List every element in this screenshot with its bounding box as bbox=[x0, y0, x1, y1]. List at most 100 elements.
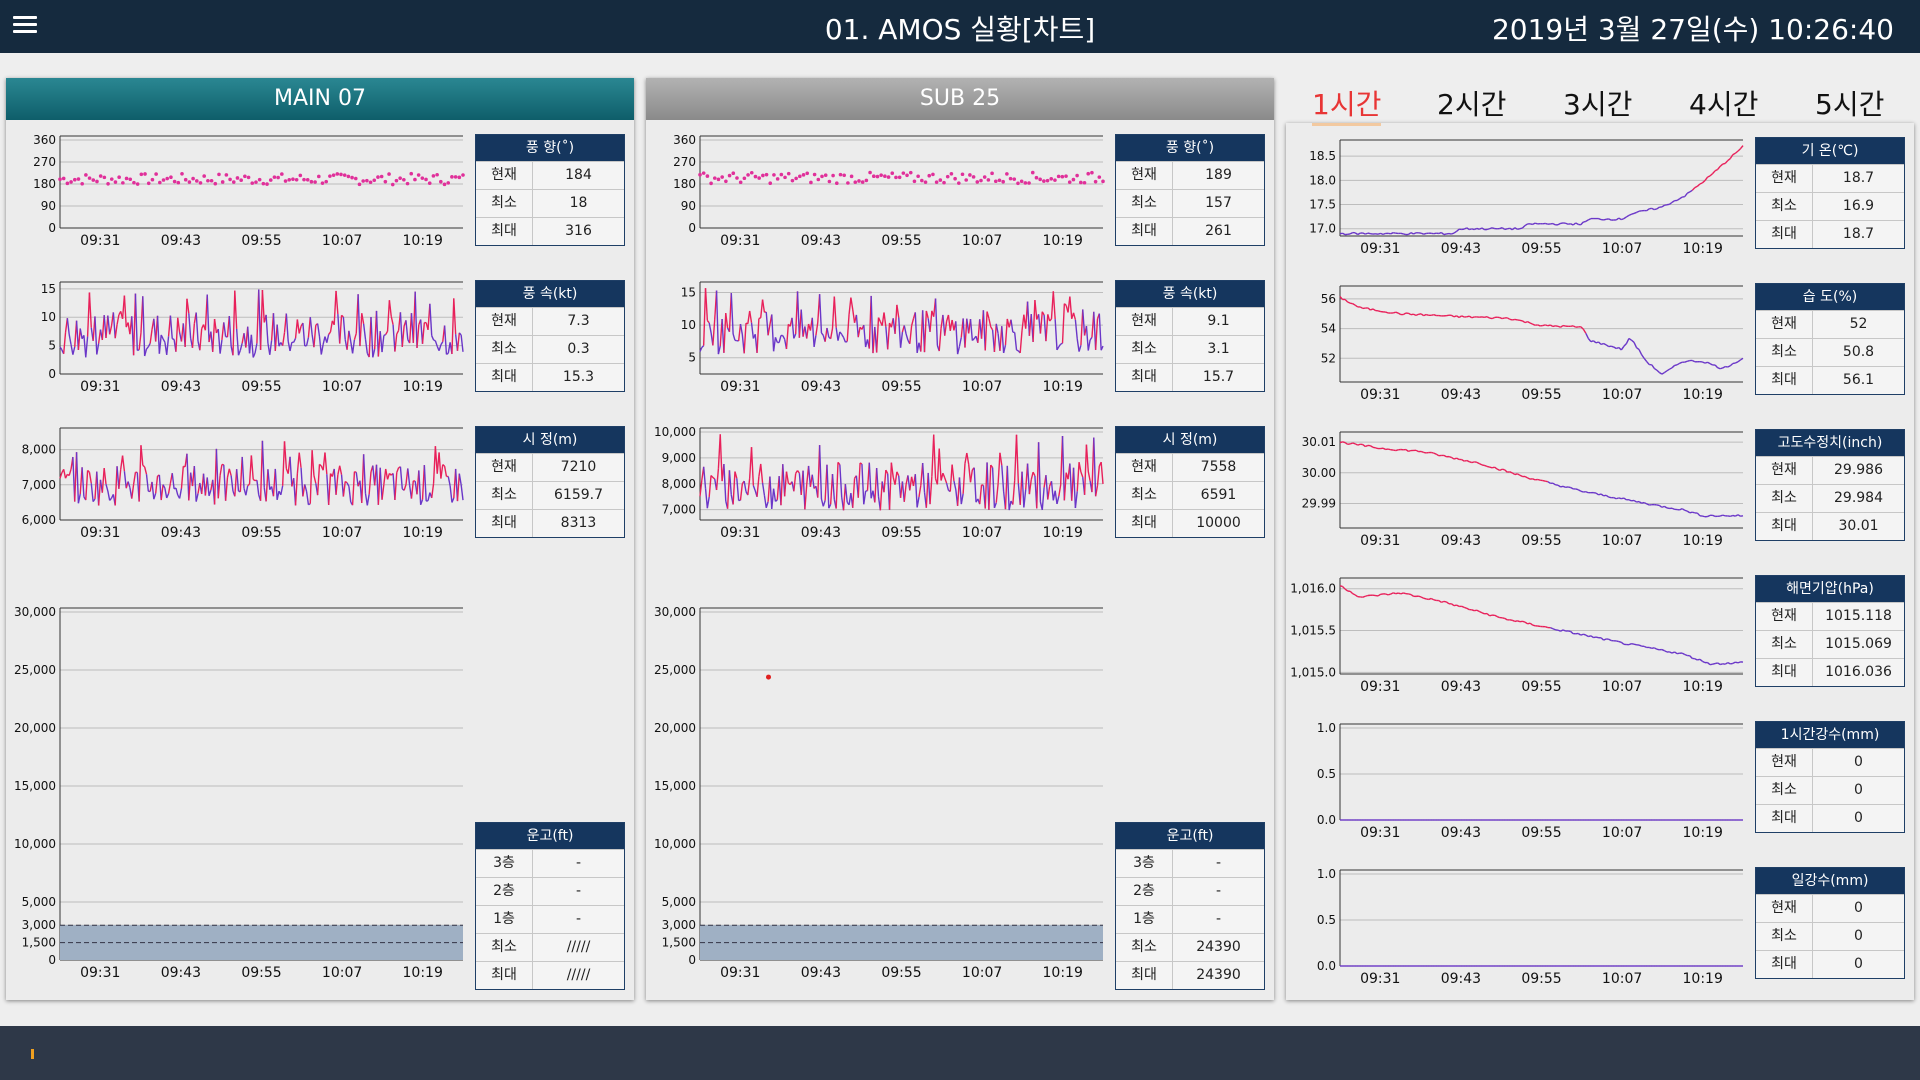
series-segment bbox=[191, 323, 196, 348]
series-segment bbox=[1377, 310, 1381, 313]
series-segment bbox=[1458, 315, 1463, 319]
series-segment bbox=[1628, 337, 1632, 341]
series-segment bbox=[839, 331, 843, 335]
y-tick-label: 7,000 bbox=[662, 503, 696, 517]
tab-3h[interactable]: 3시간 bbox=[1563, 83, 1632, 123]
data-point bbox=[735, 176, 739, 180]
stat-title: 풍 향(˚) bbox=[1116, 135, 1264, 161]
series-segment bbox=[1023, 489, 1027, 508]
series-segment bbox=[875, 317, 880, 353]
stat-row: 최소 0 bbox=[1756, 776, 1904, 804]
series-segment bbox=[335, 474, 339, 495]
tab-5h[interactable]: 5시간 bbox=[1815, 83, 1884, 123]
series-segment bbox=[708, 322, 712, 333]
data-point bbox=[1038, 177, 1042, 182]
series-segment bbox=[962, 463, 966, 494]
series-segment bbox=[938, 328, 942, 352]
series-segment bbox=[348, 330, 352, 342]
series-segment bbox=[357, 294, 361, 347]
stat-title: 운고(ft) bbox=[1116, 823, 1264, 849]
series-segment bbox=[1045, 475, 1049, 500]
temperature-stats: 기 온(℃) 현재 18.7 최소 16.9 최대 18.7 bbox=[1755, 137, 1905, 249]
series-segment bbox=[1054, 490, 1058, 505]
series-segment bbox=[385, 330, 389, 335]
stat-label: 3층 bbox=[1116, 850, 1173, 877]
series-segment bbox=[1443, 233, 1447, 236]
series-segment bbox=[1557, 629, 1561, 632]
series-segment bbox=[1669, 651, 1673, 654]
data-point bbox=[58, 177, 62, 182]
data-point bbox=[387, 172, 391, 176]
series-segment bbox=[1001, 326, 1005, 353]
series-segment bbox=[1476, 461, 1480, 465]
data-point bbox=[860, 180, 865, 184]
data-point bbox=[191, 176, 195, 181]
x-tick-label: 10:19 bbox=[1683, 825, 1723, 841]
series-segment bbox=[1550, 324, 1554, 328]
series-segment bbox=[364, 339, 369, 354]
y-tick-label: 0.0 bbox=[1317, 813, 1336, 827]
stat-label: 1층 bbox=[1116, 906, 1173, 933]
series-segment bbox=[166, 493, 170, 499]
y-tick-label: 90 bbox=[41, 199, 56, 213]
series-segment bbox=[1499, 468, 1503, 471]
series-segment bbox=[223, 322, 227, 337]
series-segment bbox=[1045, 314, 1049, 342]
y-tick-label: 10,000 bbox=[654, 425, 696, 439]
data-point bbox=[960, 172, 965, 177]
data-point bbox=[368, 180, 373, 185]
series-segment bbox=[1385, 311, 1389, 314]
series-segment bbox=[274, 468, 278, 500]
y-tick-label: 30,000 bbox=[654, 605, 696, 619]
series-segment bbox=[178, 488, 183, 499]
tab-1h[interactable]: 1시간 bbox=[1312, 83, 1382, 126]
series-segment bbox=[431, 483, 435, 498]
data-point bbox=[194, 179, 199, 183]
data-point bbox=[786, 171, 791, 176]
series-segment bbox=[1595, 492, 1599, 496]
series-segment bbox=[1418, 595, 1422, 598]
data-point bbox=[435, 172, 439, 177]
series-segment bbox=[1448, 455, 1452, 459]
series-segment bbox=[1433, 314, 1437, 317]
tab-2h[interactable]: 2시간 bbox=[1437, 83, 1506, 123]
data-point bbox=[228, 177, 232, 182]
series-segment bbox=[132, 472, 137, 485]
series-segment bbox=[929, 476, 933, 505]
series-segment bbox=[955, 321, 959, 355]
series-segment bbox=[1359, 306, 1364, 310]
series-segment bbox=[772, 488, 777, 502]
series-segment bbox=[1732, 514, 1736, 517]
stat-value: ///// bbox=[566, 939, 591, 955]
series-segment bbox=[1737, 661, 1741, 664]
stat-row: 최대 18.7 bbox=[1756, 220, 1904, 248]
data-point bbox=[353, 176, 358, 181]
data-point bbox=[1101, 179, 1105, 184]
series-segment bbox=[894, 304, 898, 334]
stat-row: 최소 6159.7 bbox=[476, 481, 624, 509]
series-segment bbox=[1479, 610, 1483, 614]
y-tick-label: 15 bbox=[681, 286, 696, 300]
series-segment bbox=[230, 475, 234, 492]
x-tick-label: 10:19 bbox=[1043, 525, 1083, 541]
series-segment bbox=[855, 314, 859, 338]
series-segment bbox=[1532, 222, 1536, 226]
series-segment bbox=[841, 333, 845, 338]
series-segment bbox=[726, 470, 731, 509]
series-segment bbox=[90, 483, 94, 502]
tab-4h[interactable]: 4시간 bbox=[1689, 83, 1758, 123]
series-segment bbox=[890, 462, 894, 478]
stat-value: 18.7 bbox=[1842, 226, 1875, 242]
data-point bbox=[346, 174, 351, 179]
series-segment bbox=[308, 503, 311, 506]
series-segment bbox=[394, 472, 398, 501]
data-point bbox=[746, 173, 750, 177]
series-segment bbox=[62, 332, 67, 354]
series-segment bbox=[796, 291, 801, 338]
series-segment bbox=[1354, 232, 1359, 236]
y-tick-label: 0 bbox=[48, 221, 56, 235]
series-segment bbox=[300, 467, 304, 497]
series-segment bbox=[234, 290, 238, 329]
series-segment bbox=[97, 479, 102, 506]
data-point bbox=[834, 181, 839, 186]
